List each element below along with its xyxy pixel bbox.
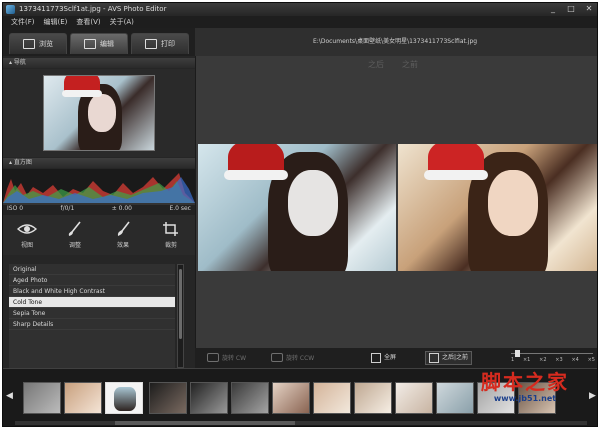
exif-aperture: f/0/1 [60,205,75,212]
list-item[interactable]: Original [9,264,175,275]
close-button[interactable]: ✕ [583,4,595,14]
tool-view[interactable]: 视图 [17,221,37,249]
navigator-header[interactable]: ▴ 导航 [3,58,195,68]
list-item-selected[interactable]: Cold Tone [9,297,175,308]
eye-icon [17,224,37,234]
exif-shutter: E.0 sec [169,205,191,212]
tab-browse[interactable]: 浏览 [9,33,67,54]
minimize-button[interactable]: _ [547,4,559,14]
histogram [3,169,195,205]
preset-scrollbar[interactable] [177,264,184,368]
exif-ev: ± 0.00 [111,205,132,212]
filmstrip-thumbnail-selected[interactable] [105,382,143,414]
edit-icon [84,39,96,49]
filmstrip-scrollbar[interactable] [15,421,587,425]
filmstrip-thumbnail[interactable] [272,382,310,414]
exif-info: ISO 0 f/0/1 ± 0.00 E.0 sec [3,205,195,215]
navigator-panel [3,69,195,157]
split-view-icon [429,353,439,363]
zoom-slider-handle[interactable] [515,350,520,357]
maximize-button[interactable]: □ [565,4,577,14]
fullscreen-button[interactable]: 全屏 [371,351,396,365]
filmstrip-thumbnail[interactable] [231,382,269,414]
scrollbar-thumb[interactable] [179,269,182,339]
before-after-button[interactable]: 之后|之前 [425,351,473,365]
list-item[interactable]: Sharp Details [9,319,175,330]
fullscreen-icon [371,353,381,363]
paint-brush-icon [117,221,130,236]
mode-tabs: 浏览 编辑 打印 [3,28,195,56]
menu-file[interactable]: 文件(F) [11,16,35,28]
preview-workspace: 之后 之前 [195,56,597,348]
filmstrip-thumbnail[interactable] [64,382,102,414]
navigator-thumbnail[interactable] [43,75,155,151]
tool-adjust[interactable]: 调整 [65,221,85,249]
preview-image-processed[interactable] [198,144,396,271]
browse-icon [23,39,35,49]
brush-icon [68,221,81,236]
chevron-left-icon[interactable]: ◀ [6,391,13,401]
title-bar: 1373411773Sclf1at.jpg - AVS Photo Editor… [3,3,597,16]
filmstrip-thumbnail[interactable] [354,382,392,414]
preview-image-original[interactable] [398,144,597,271]
rotate-ccw-button[interactable]: 旋转 CCW [271,353,314,362]
menu-about[interactable]: 关于(A) [110,16,134,28]
filmstrip-thumbnail[interactable] [190,382,228,414]
tool-bar: 视图 调整 效果 裁剪 [3,215,195,255]
list-item[interactable]: Black and White High Contrast [9,286,175,297]
after-label: 之前 [402,60,418,69]
list-item[interactable]: Sepia Tone [9,308,175,319]
watermark-chinese: 脚本之家 [481,370,569,394]
zoom-slider[interactable] [511,353,593,354]
tab-print[interactable]: 打印 [131,33,189,54]
app-window: 1373411773Sclf1at.jpg - AVS Photo Editor… [2,2,598,427]
view-controls: 旋转 CW 旋转 CCW 全屏 之后|之前 1 ×1 ×2 ×3 ×4 ×5 [195,348,597,368]
rotate-cw-icon [207,353,219,362]
list-item[interactable]: Aged Photo [9,275,175,286]
print-icon [145,39,157,49]
before-label: 之后 [368,60,384,69]
preset-list: Original Aged Photo Black and White High… [9,264,175,368]
menu-view[interactable]: 查看(V) [76,16,100,28]
rotate-ccw-icon [271,353,283,362]
rotate-cw-button[interactable]: 旋转 CW [207,353,246,362]
menu-bar: 文件(F) 编辑(E) 查看(V) 关于(A) [3,16,597,28]
watermark-url: www.jb51.net [493,394,557,403]
tool-effects[interactable]: 效果 [113,221,133,249]
site-watermark: 脚本之家 www.jb51.net [455,370,595,410]
filmstrip-thumbnail[interactable] [149,382,187,414]
window-title: 1373411773Sclf1at.jpg - AVS Photo Editor [19,5,167,13]
filmstrip-thumbnail[interactable] [395,382,433,414]
tool-crop[interactable]: 裁剪 [161,221,181,249]
exif-iso: ISO 0 [7,205,24,212]
tab-edit[interactable]: 编辑 [70,33,128,54]
histogram-header[interactable]: ▴ 直方图 [3,158,195,168]
crop-icon [163,222,178,236]
filmstrip-thumbnail[interactable] [313,382,351,414]
zoom-labels: 1 ×1 ×2 ×3 ×4 ×5 [511,357,595,363]
file-path: E:\Documents\桌面壁纸\美女明星\1373411773Sclfiat… [195,28,597,56]
left-panel: 浏览 编辑 打印 ▴ 导航 ▴ 直方图 ISO 0 f/0/1 ± 0.00 E… [3,28,195,393]
app-logo-icon [6,5,15,14]
filmstrip-thumbnail[interactable] [23,382,61,414]
filmstrip-scrollbar-thumb[interactable] [115,421,295,425]
menu-edit[interactable]: 编辑(E) [44,16,68,28]
